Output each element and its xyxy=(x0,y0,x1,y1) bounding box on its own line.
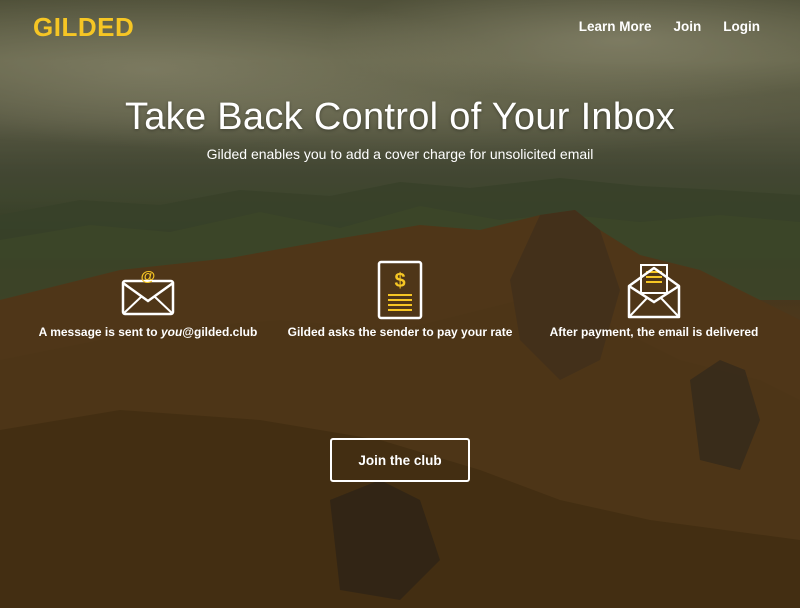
page-content: GILDED Learn More Join Login Take Back C… xyxy=(0,0,800,608)
svg-text:@: @ xyxy=(141,268,156,285)
step-label-prefix: A message is sent to xyxy=(38,325,161,339)
join-the-club-button[interactable]: Join the club xyxy=(330,438,470,482)
brand-logo[interactable]: GILDED xyxy=(33,12,134,43)
step-message-sent: @ A message is sent to you@gilded.club xyxy=(18,258,278,339)
svg-text:$: $ xyxy=(394,270,405,292)
hero-title: Take Back Control of Your Inbox xyxy=(124,96,676,138)
step-label-email-delivered: After payment, the email is delivered xyxy=(549,325,759,339)
landing-page: GILDED Learn More Join Login Take Back C… xyxy=(0,0,800,608)
nav-link-learn-more[interactable]: Learn More xyxy=(579,19,652,34)
top-nav: Learn More Join Login xyxy=(579,19,760,34)
hero-subtitle: Gilded enables you to add a cover charge… xyxy=(206,146,594,162)
envelope-at-icon: @ xyxy=(18,258,278,320)
open-envelope-letter-icon xyxy=(524,258,784,320)
nav-link-login[interactable]: Login xyxy=(723,19,760,34)
step-label-suffix: @gilded.club xyxy=(182,325,258,339)
step-label-emphasis: you xyxy=(160,325,183,339)
nav-link-join[interactable]: Join xyxy=(673,19,701,34)
step-email-delivered: After payment, the email is delivered xyxy=(524,258,784,339)
step-sender-pays: $ Gilded asks the sender to pay your rat… xyxy=(270,258,530,339)
step-label-message-sent: A message is sent to you@gilded.club xyxy=(18,325,278,339)
invoice-dollar-icon: $ xyxy=(270,258,530,320)
step-label-sender-pays: Gilded asks the sender to pay your rate xyxy=(287,325,513,339)
